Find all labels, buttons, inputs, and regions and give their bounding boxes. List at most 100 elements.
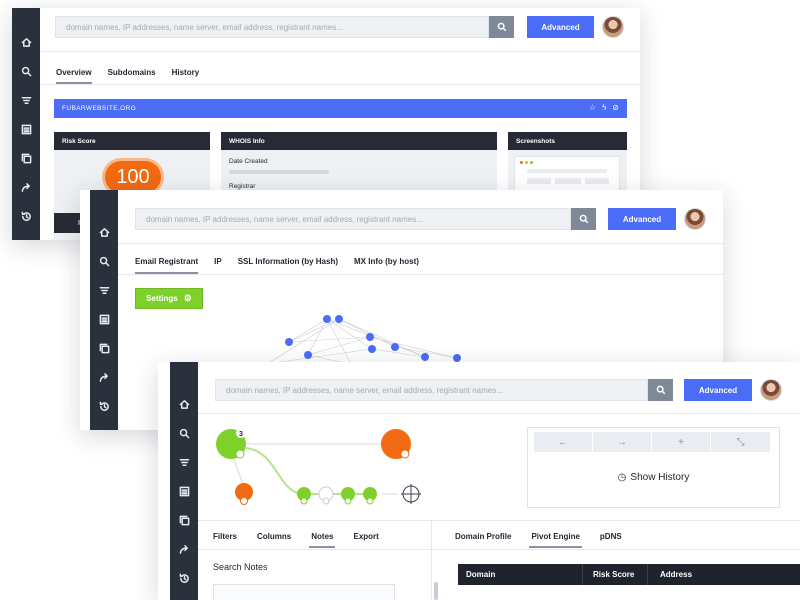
tab-domain-profile[interactable]: Domain Profile — [445, 524, 521, 548]
collapse-icon[interactable]: ⤡ — [711, 432, 770, 452]
user-icon — [300, 497, 308, 505]
whois-title: WHOIS Info — [221, 132, 497, 150]
tab-export[interactable]: Export — [343, 524, 388, 548]
tab-notes[interactable]: Notes — [301, 524, 343, 548]
tab-pdns[interactable]: pDNS — [590, 524, 632, 548]
column-header-domain[interactable]: Domain — [458, 564, 583, 585]
risk-score-title: Risk Score — [54, 132, 210, 150]
filter-icon[interactable] — [12, 86, 40, 115]
risk-score-badge: 100 — [105, 161, 161, 193]
graph-node — [453, 354, 461, 362]
graph-nodes — [285, 315, 461, 362]
graph-node — [335, 315, 343, 323]
avatar[interactable] — [602, 16, 624, 38]
history-icon[interactable] — [12, 202, 40, 231]
results-table-header: Domain Risk Score Address — [458, 564, 800, 585]
tab-subdomains[interactable]: Subdomains — [100, 60, 164, 84]
graph-node — [304, 351, 312, 359]
sidebar — [12, 8, 40, 240]
bolt-icon[interactable]: ϟ — [602, 103, 606, 112]
registrar-label: Registrar — [229, 183, 256, 190]
search-notes-label: Search Notes — [213, 562, 268, 572]
domain-name: FUBARWEBSITE.ORG — [62, 105, 137, 112]
arrow-right-icon[interactable]: → — [593, 432, 652, 452]
search-input[interactable] — [136, 209, 570, 230]
show-history-label: Show History — [630, 472, 690, 483]
search-field[interactable] — [135, 208, 571, 230]
tab-history[interactable]: History — [164, 60, 208, 84]
column-header-address[interactable]: Address — [648, 564, 800, 585]
list-icon[interactable] — [90, 305, 118, 334]
history-panel: ← → + ⤡ ◷ Show History — [527, 427, 780, 508]
share-icon[interactable] — [90, 363, 118, 392]
arrow-left-icon[interactable]: ← — [534, 432, 593, 452]
user-icon — [240, 497, 248, 505]
user-icon — [235, 449, 245, 459]
list-icon[interactable] — [12, 115, 40, 144]
advanced-button[interactable]: Advanced — [527, 16, 594, 38]
column-header-risk-score[interactable]: Risk Score — [583, 564, 648, 585]
tab-email-registrant[interactable]: Email Registrant — [127, 248, 206, 274]
history-icon[interactable] — [170, 564, 198, 593]
right-tabs-divider — [432, 549, 800, 550]
panel-split — [431, 520, 432, 600]
left-tabs-divider — [198, 549, 431, 550]
user-icon — [344, 497, 352, 505]
node-badge-label: 3 — [239, 431, 243, 438]
plus-icon[interactable]: + — [652, 432, 711, 452]
tabs-divider — [118, 274, 723, 275]
share-icon[interactable] — [12, 173, 40, 202]
search-icon — [579, 214, 588, 224]
risk-score-value: 100 — [116, 165, 150, 188]
tab-ssl-information[interactable]: SSL Information (by Hash) — [230, 248, 346, 274]
settings-button[interactable]: Settings ⚙ — [135, 288, 203, 309]
top-bar: Advanced — [40, 8, 640, 52]
section-divider — [198, 520, 800, 521]
tab-ip[interactable]: IP — [206, 248, 230, 274]
main-tabs: Overview Subdomains History — [48, 60, 207, 84]
notes-input[interactable] — [213, 584, 395, 600]
copy-icon[interactable] — [12, 144, 40, 173]
screenshots-title: Screenshots — [508, 132, 627, 150]
date-created-value — [229, 170, 329, 174]
crosshair-icon — [401, 484, 421, 504]
search-field[interactable] — [55, 16, 489, 38]
clock-icon: ◷ — [617, 472, 627, 483]
window-pivot-engine: Advanced 3 ← → + ⤡ — [158, 362, 800, 600]
advanced-button[interactable]: Advanced — [608, 208, 676, 230]
date-created-label: Date Created — [229, 158, 268, 165]
tab-mx-info[interactable]: MX Info (by host) — [346, 248, 427, 274]
settings-label: Settings — [146, 294, 178, 303]
graph-node — [421, 353, 429, 361]
copy-icon[interactable] — [90, 334, 118, 363]
top-bar: Advanced — [118, 190, 723, 244]
graph-node — [391, 343, 399, 351]
share-icon[interactable] — [170, 535, 198, 564]
user-icon — [366, 497, 374, 505]
graph-node — [323, 315, 331, 323]
filter-icon[interactable] — [90, 276, 118, 305]
avatar[interactable] — [684, 208, 706, 230]
tab-overview[interactable]: Overview — [48, 60, 100, 84]
home-icon[interactable] — [12, 28, 40, 57]
tab-columns[interactable]: Columns — [247, 524, 301, 548]
search-button[interactable] — [571, 208, 596, 230]
scrollbar[interactable] — [434, 582, 438, 600]
block-icon[interactable]: ⊘ — [612, 103, 619, 112]
tab-filters[interactable]: Filters — [203, 524, 247, 548]
search-icon[interactable] — [12, 57, 40, 86]
tab-pivot-engine[interactable]: Pivot Engine — [521, 524, 589, 548]
sidebar — [90, 190, 118, 430]
home-icon[interactable] — [90, 218, 118, 247]
user-icon — [322, 497, 330, 505]
pivot-tabs: Email Registrant IP SSL Information (by … — [127, 248, 427, 274]
search-icon[interactable] — [90, 247, 118, 276]
search-input[interactable] — [56, 17, 488, 38]
star-icon[interactable]: ☆ — [589, 103, 596, 112]
search-button[interactable] — [489, 16, 514, 38]
graph-node — [366, 333, 374, 341]
left-panel-tabs: Filters Columns Notes Export — [203, 524, 389, 548]
show-history-button[interactable]: ◷ Show History — [528, 472, 779, 483]
history-icon[interactable] — [90, 392, 118, 421]
tabs-divider — [40, 84, 640, 85]
